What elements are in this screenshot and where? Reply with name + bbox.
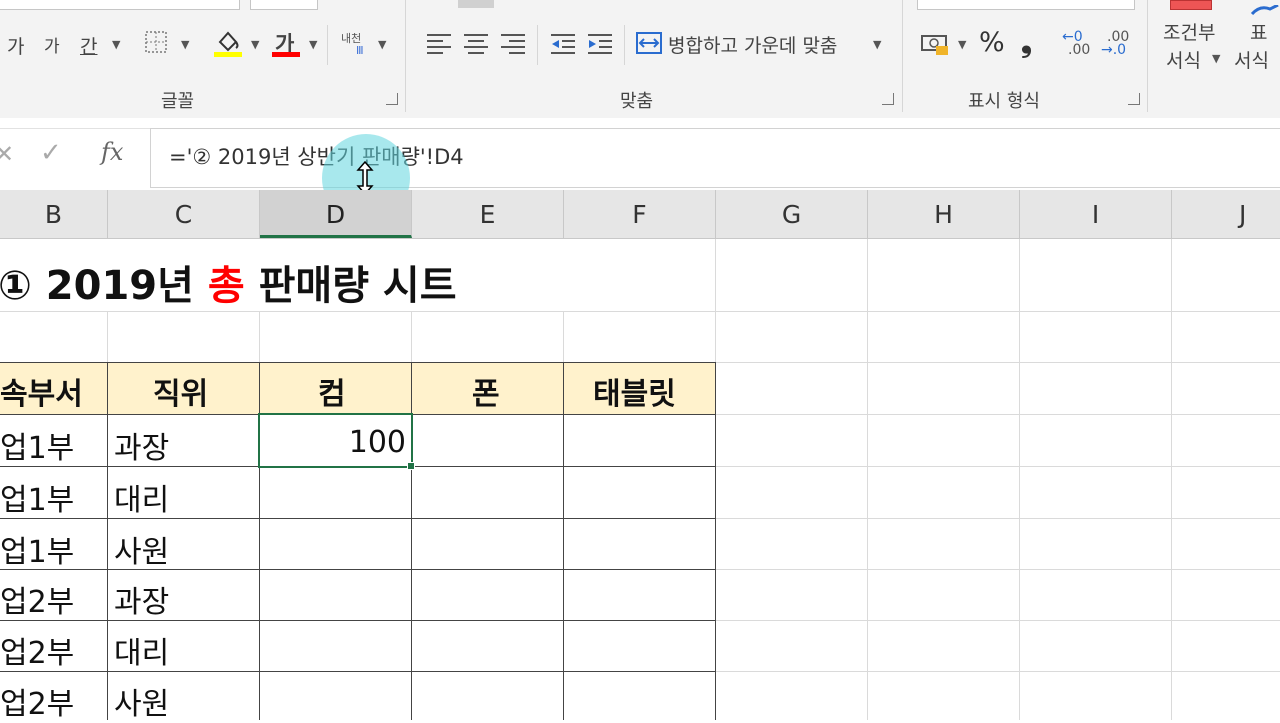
fill-handle[interactable] xyxy=(407,462,415,470)
sheet-title-prefix: ① 2019년 xyxy=(0,263,208,309)
merge-dropdown-icon[interactable]: ▼ xyxy=(873,38,881,51)
cell-dept[interactable]: 업2부 xyxy=(0,577,74,621)
cell-dept[interactable]: 업1부 xyxy=(0,475,74,519)
cell-position[interactable]: 대리 xyxy=(114,628,169,672)
format-as-table-label2[interactable]: 서식 xyxy=(1234,46,1269,73)
increase-font-button[interactable]: 가 xyxy=(7,32,24,59)
column-header-d[interactable]: D xyxy=(260,190,412,238)
header-dept[interactable]: 속부서 xyxy=(0,369,83,413)
header-tablet[interactable]: 태블릿 xyxy=(593,369,676,413)
header-computer[interactable]: 컴 xyxy=(318,369,346,413)
ribbon: 가 가 간 ▼ ▼ ▼ 가 ▼ 내천 Ⅲ ▼ 글꼴 병합하고 가운데 맞춤 ▼ … xyxy=(0,0,1280,119)
fill-color-dropdown-icon[interactable]: ▼ xyxy=(251,38,259,51)
column-header-g[interactable]: G xyxy=(716,190,868,238)
font-color-dropdown-icon[interactable]: ▼ xyxy=(309,38,317,51)
formula-input[interactable]: ='② 2019년 상반기 판매량'!D4 xyxy=(150,128,1280,188)
align-right-icon[interactable] xyxy=(500,32,526,54)
insert-function-icon[interactable]: fx xyxy=(101,138,123,166)
comma-button[interactable]: ❟ xyxy=(1021,26,1032,60)
increase-decimal-icon[interactable]: ←0 .00 xyxy=(1062,29,1092,59)
phonetic-icon[interactable]: Ⅲ xyxy=(356,44,364,57)
separator xyxy=(624,25,625,65)
sheet-title-highlight: 총 xyxy=(207,263,245,309)
font-size-box[interactable] xyxy=(250,0,318,10)
underline-button[interactable]: 간 xyxy=(80,32,97,59)
active-cell[interactable] xyxy=(258,413,413,468)
merge-center-button[interactable]: 병합하고 가운데 맞춤 xyxy=(668,31,837,58)
accounting-format-icon[interactable] xyxy=(920,32,950,56)
borders-icon[interactable] xyxy=(144,30,168,54)
underline-dropdown-icon[interactable]: ▼ xyxy=(112,38,120,51)
conditional-dropdown-icon[interactable]: ▼ xyxy=(1212,52,1220,65)
column-header-j[interactable]: J xyxy=(1172,190,1280,238)
format-as-table-button[interactable]: 표 xyxy=(1250,18,1267,45)
cell-dept[interactable]: 업1부 xyxy=(0,527,74,571)
cell-dept[interactable]: 업1부 xyxy=(0,423,74,467)
increase-indent-icon[interactable] xyxy=(587,32,613,54)
cell-position[interactable]: 사원 xyxy=(114,527,169,571)
percent-button[interactable]: % xyxy=(979,27,1005,58)
font-name-box[interactable] xyxy=(0,0,240,10)
number-format-box[interactable] xyxy=(917,0,1135,10)
borders-dropdown-icon[interactable]: ▼ xyxy=(181,38,189,51)
align-center-icon[interactable] xyxy=(463,32,489,54)
group-label-align: 맞춤 xyxy=(620,91,654,112)
column-header-i[interactable]: I xyxy=(1020,190,1172,238)
align-dialog-launcher-icon[interactable] xyxy=(882,93,894,105)
font-color-bar xyxy=(272,52,300,57)
spreadsheet-grid[interactable]: ① 2019년 총 판매량 시트 속부서 직위 컴 폰 태블릿 업1부 과장 1… xyxy=(0,239,1280,723)
column-headers: B C D E F G H I J xyxy=(0,190,1280,239)
conditional-format-button[interactable]: 조건부 xyxy=(1163,18,1215,45)
conditional-format-icon[interactable] xyxy=(1170,0,1212,10)
column-header-e[interactable]: E xyxy=(412,190,564,238)
phonetic-dropdown-icon[interactable]: ▼ xyxy=(378,38,386,51)
decrease-font-button[interactable]: 가 xyxy=(44,32,60,57)
cell-dept[interactable]: 업2부 xyxy=(0,679,74,723)
fill-color-bar xyxy=(214,52,242,57)
column-header-b[interactable]: B xyxy=(0,190,108,238)
decrease-decimal-icon[interactable]: .00 →.0 xyxy=(1101,29,1131,59)
conditional-format-label2[interactable]: 서식 xyxy=(1166,46,1201,73)
separator xyxy=(537,25,538,65)
group-separator xyxy=(405,0,406,112)
cell-position[interactable]: 과장 xyxy=(114,423,169,467)
number-dialog-launcher-icon[interactable] xyxy=(1128,93,1140,105)
group-label-font: 글꼴 xyxy=(161,91,195,112)
group-separator xyxy=(902,0,903,112)
group-separator xyxy=(1147,0,1148,112)
accounting-dropdown-icon[interactable]: ▼ xyxy=(958,38,966,51)
align-top-button[interactable] xyxy=(458,0,494,8)
formula-bar: ✕ ✓ fx ='② 2019년 상반기 판매량'!D4 xyxy=(0,118,1280,222)
merge-center-icon[interactable] xyxy=(636,30,662,56)
cell-dept[interactable]: 업2부 xyxy=(0,628,74,672)
format-as-table-icon[interactable] xyxy=(1250,0,1280,16)
header-phone[interactable]: 폰 xyxy=(472,369,500,413)
cell-position[interactable]: 사원 xyxy=(114,679,169,723)
align-left-icon[interactable] xyxy=(426,32,452,54)
separator xyxy=(327,25,328,65)
header-position[interactable]: 직위 xyxy=(153,369,208,413)
sheet-title-suffix: 판매량 시트 xyxy=(244,263,457,309)
column-header-c[interactable]: C xyxy=(108,190,260,238)
cell-position[interactable]: 과장 xyxy=(114,577,169,621)
formula-text: ='② 2019년 상반기 판매량'!D4 xyxy=(169,145,464,169)
enter-icon[interactable]: ✓ xyxy=(40,138,62,168)
font-dialog-launcher-icon[interactable] xyxy=(386,93,398,105)
sheet-title: ① 2019년 총 판매량 시트 xyxy=(0,253,457,311)
cell-position[interactable]: 대리 xyxy=(114,475,169,519)
column-header-f[interactable]: F xyxy=(564,190,716,238)
cancel-icon[interactable]: ✕ xyxy=(0,140,14,168)
column-header-h[interactable]: H xyxy=(868,190,1020,238)
decrease-indent-icon[interactable] xyxy=(550,32,576,54)
group-label-number: 표시 형식 xyxy=(968,91,1040,112)
